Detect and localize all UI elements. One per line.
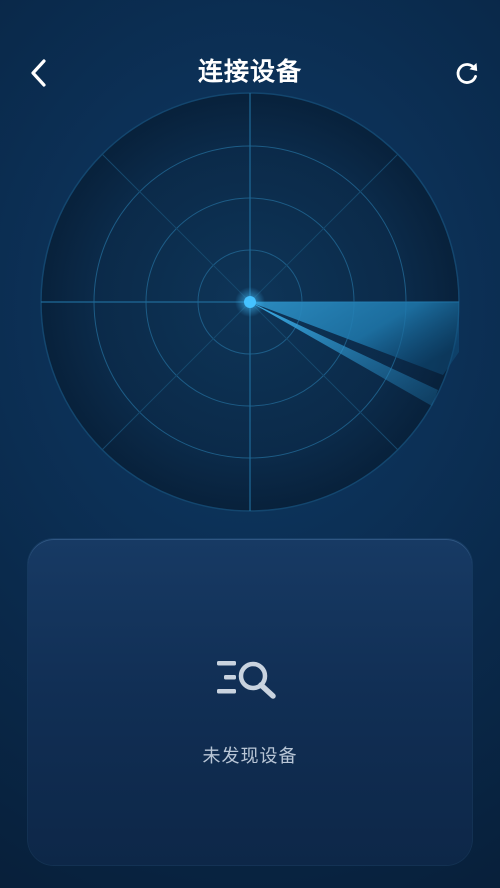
refresh-button[interactable] <box>450 56 484 90</box>
radar-center-dot <box>244 296 256 308</box>
refresh-icon <box>456 63 478 84</box>
device-list-card: 未发现设备 <box>28 539 472 865</box>
search-list-icon <box>217 661 276 699</box>
radar-scanner <box>38 90 462 514</box>
page-title: 连接设备 <box>197 57 302 86</box>
empty-state-message: 未发现设备 <box>202 746 298 767</box>
